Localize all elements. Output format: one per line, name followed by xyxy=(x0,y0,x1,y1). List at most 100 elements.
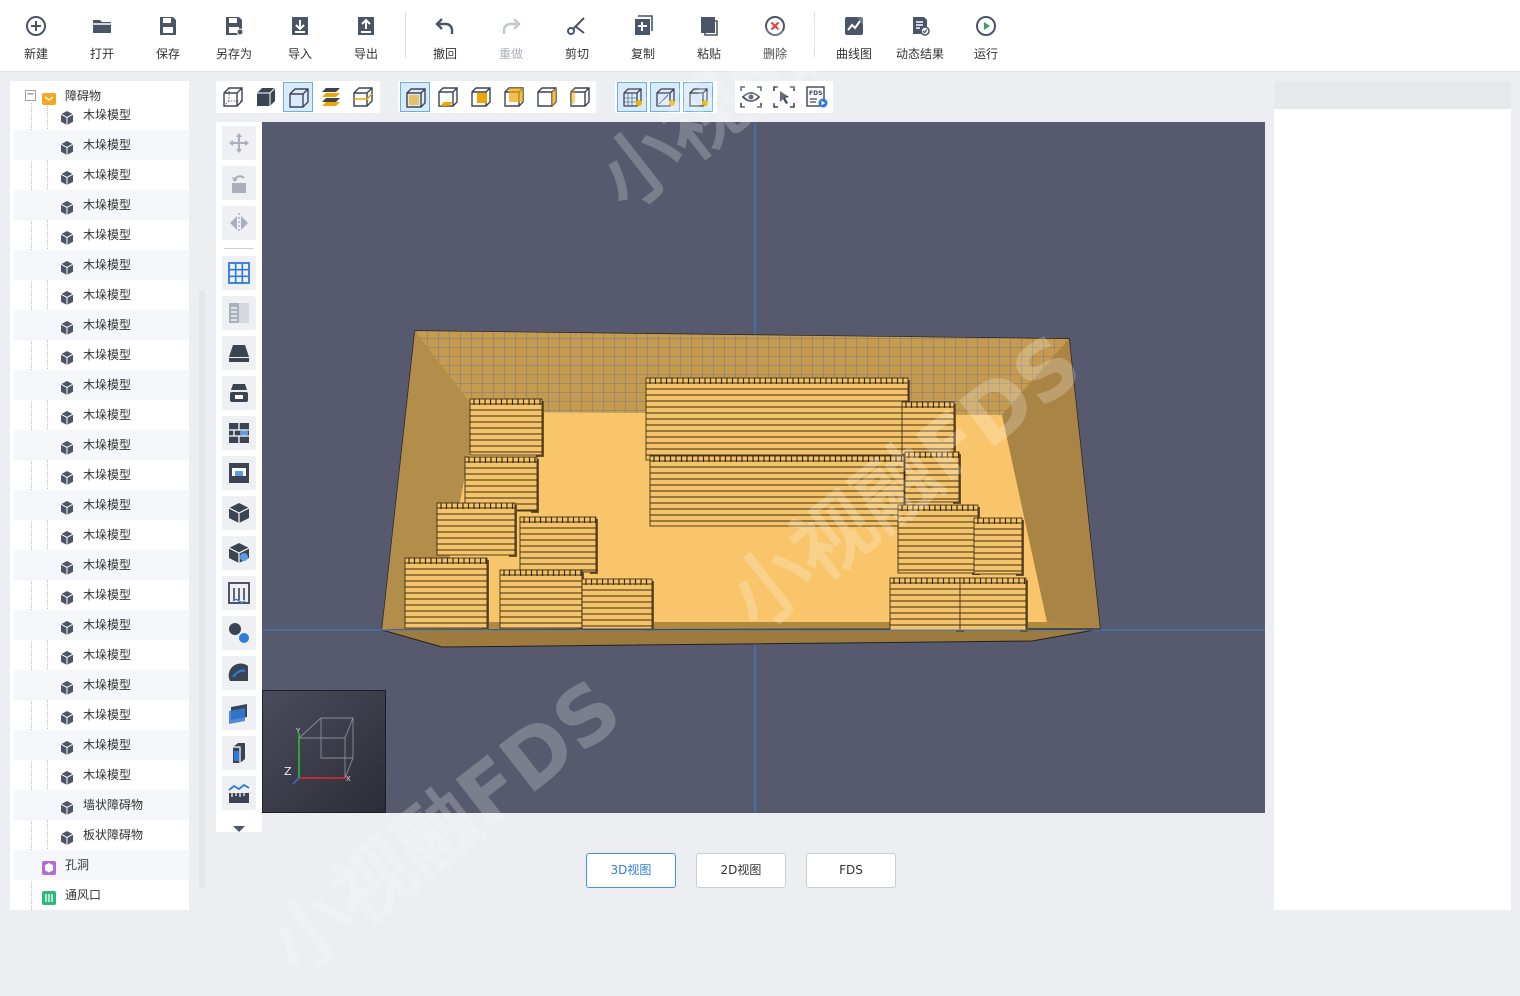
tree-item-obstacle[interactable]: 木垛模型 xyxy=(14,640,189,670)
tree-item-obstacle[interactable]: 木垛模型 xyxy=(14,490,189,520)
tree-item-obstacle[interactable]: 木垛模型 xyxy=(14,160,189,190)
paste-icon xyxy=(701,17,718,36)
tree-item-obstacle[interactable]: 木垛模型 xyxy=(14,550,189,580)
outline-view-button[interactable] xyxy=(283,82,313,112)
save-icon xyxy=(160,17,176,35)
import-button[interactable]: 导入 xyxy=(272,10,328,66)
tree-item-obstacle[interactable]: 木垛模型 xyxy=(14,370,189,400)
window-tool-button[interactable] xyxy=(222,456,256,490)
tree-item-obstacle[interactable]: 木垛模型 xyxy=(14,280,189,310)
show-grid-toggle[interactable] xyxy=(617,82,647,112)
select-mode-button[interactable] xyxy=(769,82,799,112)
wood-crib xyxy=(649,455,906,528)
tree-item-label: 木垛模型 xyxy=(83,168,132,182)
grid-icon xyxy=(228,262,250,284)
paste-button[interactable]: 粘贴 xyxy=(681,10,737,66)
cut-button[interactable]: 剪切 xyxy=(549,10,605,66)
move-tool-button[interactable] xyxy=(222,126,256,160)
slice-plane-tool-button[interactable] xyxy=(222,696,256,730)
tree-item-obstacle[interactable]: 木垛模型 xyxy=(14,430,189,460)
tab-fds[interactable]: FDS xyxy=(806,853,896,888)
tree-item-obstacle[interactable]: 木垛模型 xyxy=(14,310,189,340)
copy-button[interactable]: 复制 xyxy=(615,10,671,66)
tree-item-obstacle[interactable]: 木垛模型 xyxy=(14,700,189,730)
tab-2d-view[interactable]: 2D视图 xyxy=(696,853,786,888)
mirror-tool-button[interactable] xyxy=(222,206,256,240)
wall-tool-button[interactable] xyxy=(222,416,256,450)
wireframe-view-button[interactable] xyxy=(218,82,248,112)
tree-item-obstacle[interactable]: 木垛模型 xyxy=(14,130,189,160)
copy-label: 复制 xyxy=(630,47,655,61)
wood-crib xyxy=(404,557,489,630)
show-mesh-toggle[interactable] xyxy=(650,82,680,112)
tree-item-vent[interactable]: 通风口 xyxy=(14,880,189,910)
vent-tool-button[interactable] xyxy=(222,576,256,610)
tree-item-obstacle[interactable]: 木垛模型 xyxy=(14,400,189,430)
right-view-button[interactable] xyxy=(565,82,595,112)
ruler-tool-button[interactable] xyxy=(222,776,256,810)
palette-scroll-down-button[interactable] xyxy=(222,819,256,832)
building-tool-button[interactable] xyxy=(222,296,256,330)
tree-item-obstacle[interactable]: 木垛模型 xyxy=(14,190,189,220)
import-icon xyxy=(292,17,308,35)
front-view-button[interactable] xyxy=(466,82,496,112)
save-button[interactable]: 保存 xyxy=(140,10,196,66)
room-tool-button[interactable] xyxy=(222,376,256,410)
solid-cube-icon xyxy=(257,87,276,106)
floor-tool-button[interactable] xyxy=(222,336,256,370)
hole-tool-button[interactable] xyxy=(222,536,256,570)
iso-view-button[interactable] xyxy=(400,82,430,112)
tree-scrollbar[interactable] xyxy=(199,290,205,888)
dynamic-result-button[interactable]: 动态结果 xyxy=(892,10,948,66)
delete-button[interactable]: 删除 xyxy=(747,10,803,66)
tab-3d-view[interactable]: 3D视图 xyxy=(586,853,676,888)
tree-item-obstacle[interactable]: 木垛模型 xyxy=(14,250,189,280)
obstacle-tool-button[interactable] xyxy=(222,496,256,530)
tree-item-obstacle[interactable]: 木垛模型 xyxy=(14,460,189,490)
run-button[interactable]: 运行 xyxy=(958,10,1014,66)
tree-item-hole[interactable]: 孔洞 xyxy=(14,850,189,880)
tree-item-label: 通风口 xyxy=(65,888,102,902)
slice-view-button[interactable] xyxy=(348,82,378,112)
show-object-toggle[interactable] xyxy=(683,82,713,112)
rotate-tool-button[interactable] xyxy=(222,166,256,200)
axis-gizmo: Y Z X xyxy=(262,690,386,813)
tree-item-obstacle[interactable]: 板状障碍物 xyxy=(14,820,189,850)
show-hidden-button[interactable] xyxy=(736,82,766,112)
save-as-button[interactable]: 另存为 xyxy=(206,10,262,66)
tree-item-obstacle[interactable]: 木垛模型 xyxy=(14,610,189,640)
line-chart-button[interactable]: 曲线图 xyxy=(826,10,882,66)
paste-label: 粘贴 xyxy=(696,47,721,61)
tree-item-obstacle[interactable]: 木垛模型 xyxy=(14,520,189,550)
cube-icon xyxy=(59,407,75,425)
tree-item-obstacle[interactable]: 墙状障碍物 xyxy=(14,790,189,820)
undo-button[interactable]: 撤回 xyxy=(417,10,473,66)
tree-item-obstacle[interactable]: 木垛模型 xyxy=(14,580,189,610)
fds-file-icon: FDS xyxy=(806,86,828,108)
tree-item-obstacle[interactable]: 木垛模型 xyxy=(14,670,189,700)
redo-button[interactable]: 重做 xyxy=(483,10,539,66)
particle-tool-button[interactable] xyxy=(222,616,256,650)
export-button[interactable]: 导出 xyxy=(338,10,394,66)
fds-preview-button[interactable]: FDS xyxy=(802,82,832,112)
tree-item-obstacle[interactable]: 木垛模型 xyxy=(14,220,189,250)
tree-item-obstacle[interactable]: 木垛模型 xyxy=(14,100,189,130)
top-view-button[interactable] xyxy=(433,82,463,112)
delete-icon xyxy=(765,16,785,36)
tree-item-obstacle[interactable]: 木垛模型 xyxy=(14,730,189,760)
3d-viewport[interactable]: Y Z X xyxy=(262,122,1265,813)
layer-view-button[interactable] xyxy=(316,82,346,112)
mesh-tool-button[interactable] xyxy=(222,256,256,290)
solid-view-button[interactable] xyxy=(251,82,281,112)
open-button[interactable]: 打开 xyxy=(74,10,130,66)
layers-icon xyxy=(322,88,340,106)
camera-view-group xyxy=(398,81,596,113)
device-tool-button[interactable] xyxy=(222,736,256,770)
tree-item-label: 木垛模型 xyxy=(83,138,132,152)
tree-item-obstacle[interactable]: 木垛模型 xyxy=(14,340,189,370)
back-view-button[interactable] xyxy=(499,82,529,112)
sprinkler-tool-button[interactable] xyxy=(222,656,256,690)
new-button[interactable]: 新建 xyxy=(8,10,64,66)
tree-item-obstacle[interactable]: 木垛模型 xyxy=(14,760,189,790)
left-view-button[interactable] xyxy=(532,82,562,112)
